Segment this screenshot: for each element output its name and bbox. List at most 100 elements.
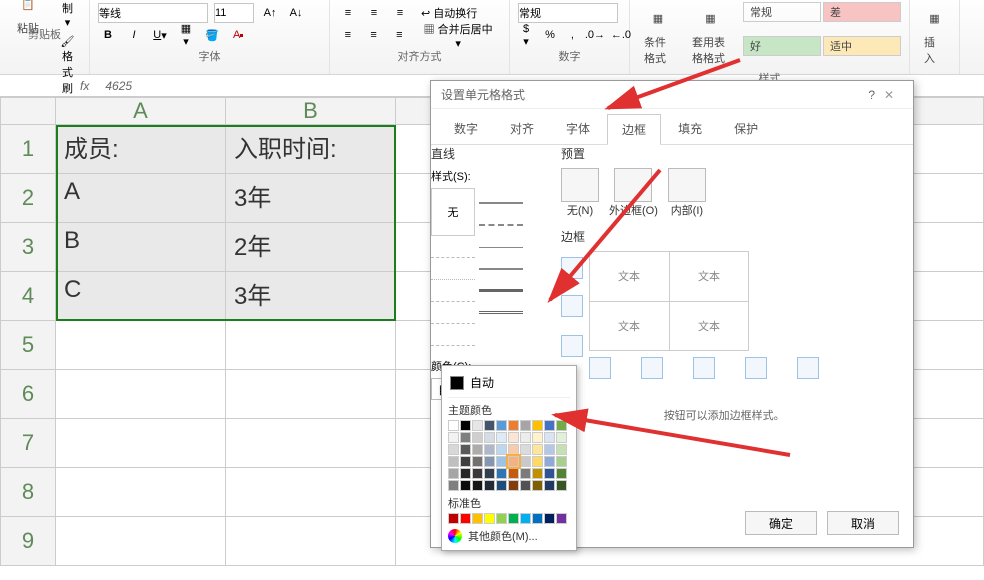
standard-color-swatch[interactable] bbox=[448, 513, 459, 524]
font-color-button[interactable]: A bbox=[228, 25, 248, 45]
border-diag-down-button[interactable] bbox=[797, 357, 819, 379]
standard-color-swatch[interactable] bbox=[508, 513, 519, 524]
theme-color-swatch[interactable] bbox=[508, 432, 519, 443]
preset-inside-button[interactable] bbox=[668, 168, 706, 202]
standard-color-swatch[interactable] bbox=[544, 513, 555, 524]
cell[interactable]: 3年 bbox=[226, 272, 396, 321]
theme-color-swatch[interactable] bbox=[460, 420, 471, 431]
decrease-decimal-button[interactable]: ←.0 bbox=[611, 25, 631, 45]
theme-color-swatch[interactable] bbox=[532, 420, 543, 431]
border-left-button[interactable] bbox=[641, 357, 663, 379]
border-middle-v-button[interactable] bbox=[693, 357, 715, 379]
theme-color-swatch[interactable] bbox=[496, 468, 507, 479]
theme-color-swatch[interactable] bbox=[460, 468, 471, 479]
theme-color-swatch[interactable] bbox=[556, 456, 567, 467]
row-header[interactable]: 6 bbox=[0, 370, 56, 419]
dialog-tab-1[interactable]: 对齐 bbox=[495, 113, 549, 144]
theme-color-swatch[interactable] bbox=[472, 420, 483, 431]
theme-color-swatch[interactable] bbox=[544, 468, 555, 479]
close-icon[interactable]: ✕ bbox=[875, 88, 903, 102]
help-icon[interactable]: ? bbox=[868, 88, 875, 102]
cell[interactable]: 3年 bbox=[226, 174, 396, 223]
theme-color-swatch[interactable] bbox=[556, 468, 567, 479]
theme-color-swatch[interactable] bbox=[544, 444, 555, 455]
theme-color-swatch[interactable] bbox=[496, 456, 507, 467]
preset-none-button[interactable] bbox=[561, 168, 599, 202]
theme-color-swatch[interactable] bbox=[508, 444, 519, 455]
theme-color-swatch[interactable] bbox=[484, 480, 495, 491]
row-header[interactable]: 5 bbox=[0, 321, 56, 370]
align-middle-button[interactable]: ≡ bbox=[364, 3, 384, 23]
font-family-select[interactable] bbox=[98, 3, 208, 23]
line-style-option[interactable] bbox=[479, 276, 523, 292]
border-right-button[interactable] bbox=[745, 357, 767, 379]
border-diag-up-button[interactable] bbox=[589, 357, 611, 379]
theme-color-swatch[interactable] bbox=[520, 444, 531, 455]
preset-outline-button[interactable] bbox=[614, 168, 652, 202]
standard-color-swatch[interactable] bbox=[460, 513, 471, 524]
cell[interactable] bbox=[226, 419, 396, 468]
theme-color-swatch[interactable] bbox=[556, 420, 567, 431]
style-bad[interactable]: 差 bbox=[823, 2, 901, 22]
theme-color-swatch[interactable] bbox=[484, 468, 495, 479]
dialog-tab-0[interactable]: 数字 bbox=[439, 113, 493, 144]
theme-color-swatch[interactable] bbox=[448, 432, 459, 443]
theme-color-swatch[interactable] bbox=[556, 480, 567, 491]
dialog-tab-4[interactable]: 填充 bbox=[663, 113, 717, 144]
dialog-tab-3[interactable]: 边框 bbox=[607, 114, 661, 145]
border-bottom-button[interactable] bbox=[561, 335, 583, 357]
decrease-font-button[interactable]: A↓ bbox=[286, 3, 306, 23]
theme-color-swatch[interactable] bbox=[472, 444, 483, 455]
border-middle-h-button[interactable] bbox=[561, 295, 583, 317]
theme-color-swatch[interactable] bbox=[556, 444, 567, 455]
cell[interactable] bbox=[56, 468, 226, 517]
standard-color-swatch[interactable] bbox=[484, 513, 495, 524]
theme-color-swatch[interactable] bbox=[472, 456, 483, 467]
theme-color-swatch[interactable] bbox=[508, 468, 519, 479]
theme-color-swatch[interactable] bbox=[472, 432, 483, 443]
theme-color-swatch[interactable] bbox=[532, 468, 543, 479]
line-style-option[interactable] bbox=[431, 330, 475, 346]
theme-color-swatch[interactable] bbox=[532, 432, 543, 443]
theme-color-swatch[interactable] bbox=[508, 456, 519, 467]
cell[interactable]: 2年 bbox=[226, 223, 396, 272]
theme-color-swatch[interactable] bbox=[532, 456, 543, 467]
cell[interactable]: 入职时间: bbox=[226, 125, 396, 174]
underline-button[interactable]: U ▾ bbox=[150, 25, 170, 45]
line-style-option[interactable] bbox=[479, 298, 523, 314]
row-header[interactable]: 2 bbox=[0, 174, 56, 223]
line-style-option[interactable] bbox=[431, 264, 475, 280]
cell[interactable] bbox=[226, 321, 396, 370]
insert-button[interactable]: ▦插入 bbox=[918, 2, 951, 68]
line-style-option[interactable] bbox=[479, 232, 523, 248]
cancel-button[interactable]: 取消 bbox=[827, 511, 899, 535]
dialog-tab-5[interactable]: 保护 bbox=[719, 113, 773, 144]
theme-color-swatch[interactable] bbox=[520, 432, 531, 443]
theme-color-swatch[interactable] bbox=[496, 420, 507, 431]
theme-color-swatch[interactable] bbox=[520, 420, 531, 431]
theme-color-swatch[interactable] bbox=[448, 456, 459, 467]
theme-color-swatch[interactable] bbox=[496, 480, 507, 491]
line-style-option[interactable] bbox=[431, 308, 475, 324]
line-style-none[interactable]: 无 bbox=[431, 188, 475, 236]
column-header[interactable]: B bbox=[226, 97, 396, 125]
cell-styles-gallery[interactable]: 常规 差 好 适中 bbox=[743, 2, 901, 68]
standard-color-swatch[interactable] bbox=[556, 513, 567, 524]
theme-color-swatch[interactable] bbox=[484, 420, 495, 431]
style-normal[interactable]: 常规 bbox=[743, 2, 821, 22]
theme-color-swatch[interactable] bbox=[496, 432, 507, 443]
theme-color-swatch[interactable] bbox=[544, 432, 555, 443]
row-header[interactable]: 4 bbox=[0, 272, 56, 321]
standard-color-swatch[interactable] bbox=[496, 513, 507, 524]
increase-decimal-button[interactable]: .0→ bbox=[585, 25, 605, 45]
row-header[interactable]: 3 bbox=[0, 223, 56, 272]
theme-color-swatch[interactable] bbox=[448, 444, 459, 455]
cell[interactable] bbox=[226, 468, 396, 517]
column-header[interactable]: A bbox=[56, 97, 226, 125]
cell[interactable] bbox=[56, 517, 226, 566]
cell[interactable]: 成员: bbox=[56, 125, 226, 174]
line-style-option[interactable] bbox=[431, 286, 475, 302]
cell[interactable] bbox=[226, 517, 396, 566]
theme-color-swatch[interactable] bbox=[448, 480, 459, 491]
align-center-button[interactable]: ≡ bbox=[364, 25, 384, 45]
